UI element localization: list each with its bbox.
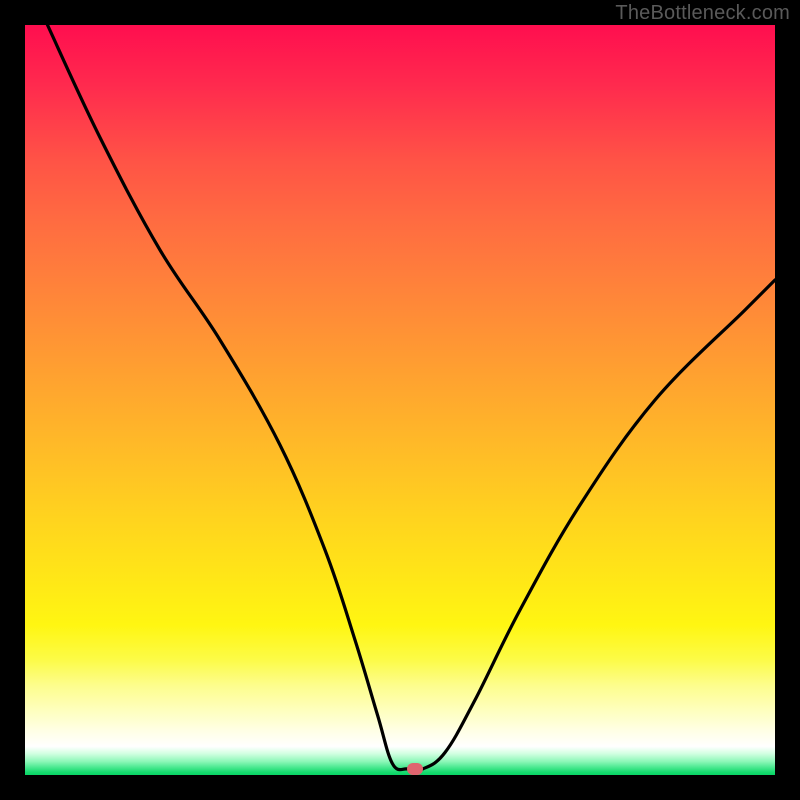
bottleneck-curve [25, 25, 775, 775]
optimum-marker [407, 763, 423, 775]
curve-path [48, 25, 776, 771]
plot-area [25, 25, 775, 775]
watermark-text: TheBottleneck.com [615, 2, 790, 25]
chart-frame: TheBottleneck.com [0, 0, 800, 800]
